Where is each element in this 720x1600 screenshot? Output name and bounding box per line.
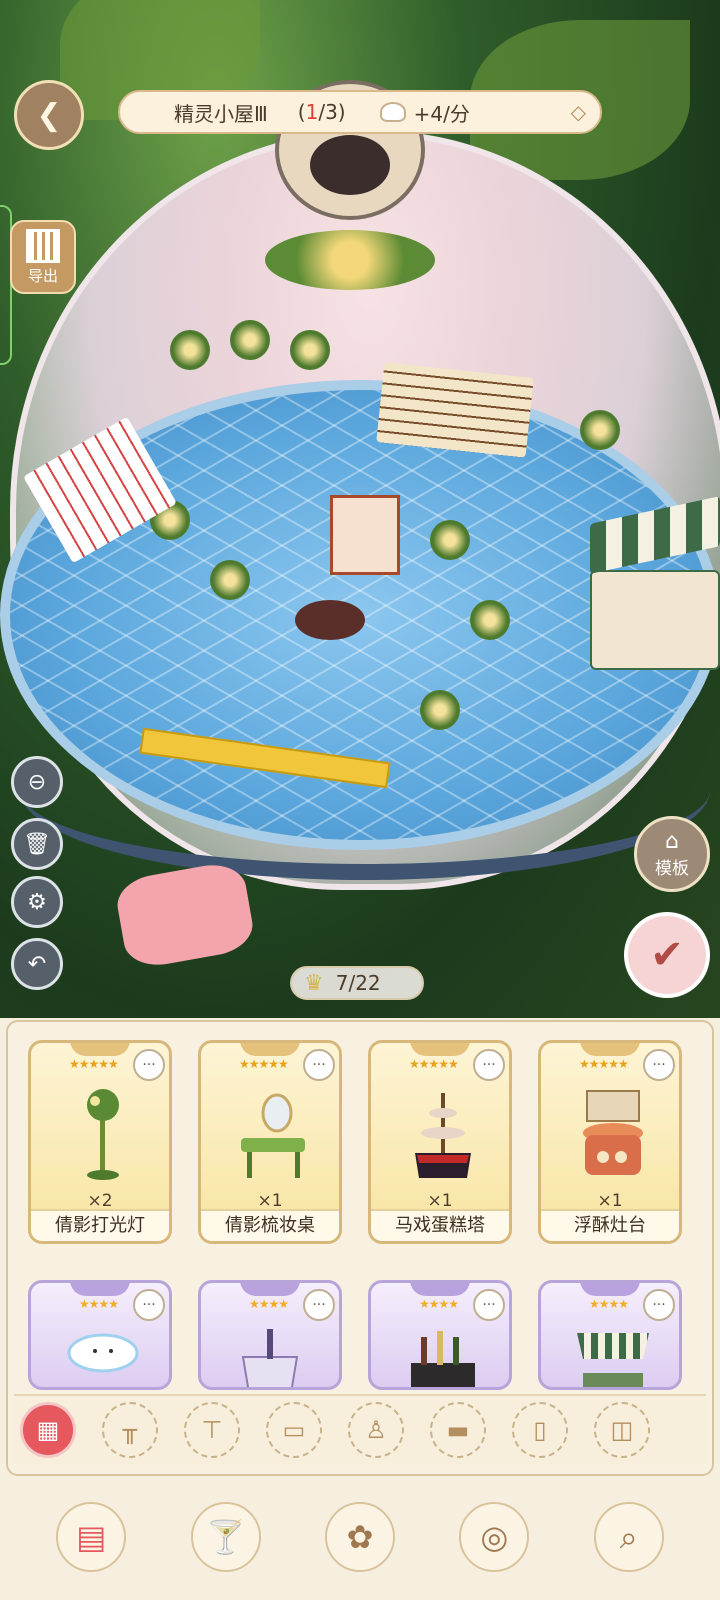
wooden-bench[interactable]: [376, 362, 534, 458]
hide-ui-button[interactable]: ⊖: [11, 756, 63, 808]
chair-icon: ♙: [365, 1416, 387, 1444]
trash-icon: 🗑: [23, 831, 51, 857]
garden-room-scene[interactable]: [0, 0, 720, 1020]
qr-code-icon: [26, 228, 60, 263]
table-icon: ╥: [122, 1416, 138, 1444]
small-table[interactable]: [295, 600, 365, 640]
flower-plant[interactable]: [290, 330, 330, 370]
furniture-card[interactable]: ★★★★ ···: [368, 1280, 512, 1390]
stove-art: [583, 1090, 643, 1175]
capacity-counter: ♛ 7/22: [290, 966, 424, 1000]
nav-search[interactable]: ⌕: [593, 1502, 664, 1572]
nav-planet[interactable]: ◎: [459, 1502, 530, 1572]
category-bar[interactable]: ▦ ╥ ⊤ ▭ ♙ ▬ ▯ ◫: [14, 1394, 706, 1464]
furniture-card[interactable]: ★★★★ ···: [28, 1280, 172, 1390]
bed-icon: ▬: [446, 1416, 470, 1444]
more-button[interactable]: ···: [303, 1289, 335, 1321]
fence: [20, 700, 710, 880]
flower-vase-icon: ✿: [346, 1518, 374, 1556]
flower-plant[interactable]: [470, 600, 510, 640]
dropdown-icon[interactable]: ◇: [571, 100, 586, 124]
round-table-icon: ⊤: [201, 1416, 223, 1444]
more-button[interactable]: ···: [473, 1289, 505, 1321]
undo-icon: ↶: [27, 951, 47, 977]
lamp-art: [87, 1089, 119, 1180]
template-button[interactable]: ⌂ 模板: [634, 816, 710, 892]
lamb-ornament[interactable]: [255, 40, 445, 290]
minus-circle-icon: ⊖: [27, 769, 47, 795]
cocktail-icon: 🍸: [205, 1518, 246, 1556]
nav-drinks[interactable]: 🍸: [190, 1502, 261, 1572]
room-title-bar[interactable]: 精灵小屋Ⅲ (1/3) +4/分 ◇: [118, 90, 602, 134]
category-round-table[interactable]: ⊤: [184, 1402, 240, 1458]
category-cabinet[interactable]: ▯: [512, 1402, 568, 1458]
bottom-nav[interactable]: ▤ 🍸 ✿ ◎ ⌕: [0, 1474, 720, 1600]
more-button[interactable]: ···: [133, 1289, 165, 1321]
flower-plant[interactable]: [430, 520, 470, 560]
more-button[interactable]: ···: [643, 1289, 675, 1321]
more-button[interactable]: ···: [473, 1049, 505, 1081]
category-chair[interactable]: ♙: [348, 1402, 404, 1458]
room-count: (1/3): [297, 100, 346, 124]
throne-icon: ♛: [304, 970, 324, 996]
flower-plant[interactable]: [580, 410, 620, 450]
back-button[interactable]: ❮: [14, 80, 84, 150]
nav-flowers[interactable]: ✿: [324, 1502, 395, 1572]
category-all[interactable]: ▦: [20, 1402, 76, 1458]
checkmark-icon: ✔: [650, 932, 684, 978]
cabinet-icon: ▯: [533, 1416, 547, 1444]
menu-stand[interactable]: [330, 495, 400, 575]
market-stall-art: [577, 1333, 649, 1387]
flower-plant[interactable]: [210, 560, 250, 600]
flower-plant[interactable]: [420, 690, 460, 730]
pink-cushion[interactable]: [113, 859, 257, 971]
export-button[interactable]: 导出: [10, 220, 76, 294]
bar-cart-art: [411, 1331, 475, 1387]
search-icon: ⌕: [619, 1517, 638, 1556]
chef-hat-icon: [379, 102, 406, 122]
sofa-icon: ▭: [282, 1416, 306, 1444]
category-table[interactable]: ╥: [102, 1402, 158, 1458]
gear-icon: ⚙: [27, 889, 47, 915]
armchair-icon: ⌂: [665, 829, 679, 854]
vanity-art: [241, 1093, 305, 1178]
recycle-bin-button[interactable]: 🗑: [11, 818, 63, 870]
more-button[interactable]: ···: [133, 1049, 165, 1081]
more-button[interactable]: ···: [643, 1049, 675, 1081]
furniture-card[interactable]: ★★★★ ···: [198, 1280, 342, 1390]
food-cart[interactable]: [590, 496, 720, 690]
confirm-button[interactable]: ✔: [624, 912, 710, 998]
flower-plant[interactable]: [230, 320, 270, 360]
furniture-icon: ▤: [76, 1518, 107, 1556]
more-button[interactable]: ···: [303, 1049, 335, 1081]
teacup-art: [241, 1329, 299, 1387]
furniture-card[interactable]: ★★★★★ ··· ×1 浮酥灶台: [538, 1040, 682, 1244]
settings-button[interactable]: ⚙: [11, 876, 63, 928]
furniture-card[interactable]: ★★★★★ ··· ×1 倩影梳妆桌: [198, 1040, 342, 1244]
category-sofa[interactable]: ▭: [266, 1402, 322, 1458]
category-stove[interactable]: ◫: [594, 1402, 650, 1458]
cake-tower-art: [415, 1093, 471, 1178]
furniture-card[interactable]: ★★★★★ ··· ×2 倩影打光灯: [28, 1040, 172, 1244]
grid-icon: ▦: [36, 1416, 60, 1444]
wing-back-icon: ❮: [36, 97, 62, 133]
flower-plant[interactable]: [170, 330, 210, 370]
cloud-pillow-art: [67, 1333, 139, 1373]
nav-furniture[interactable]: ▤: [56, 1502, 127, 1572]
income-rate: +4/分: [413, 101, 470, 126]
category-bed[interactable]: ▬: [430, 1402, 486, 1458]
stove-icon: ◫: [610, 1416, 634, 1444]
furniture-card[interactable]: ★★★★ ···: [538, 1280, 682, 1390]
undo-button[interactable]: ↶: [11, 938, 63, 990]
furniture-card[interactable]: ★★★★★ ··· ×1 马戏蛋糕塔: [368, 1040, 512, 1244]
room-name: 精灵小屋Ⅲ: [174, 101, 268, 126]
planet-icon: ◎: [480, 1518, 509, 1556]
